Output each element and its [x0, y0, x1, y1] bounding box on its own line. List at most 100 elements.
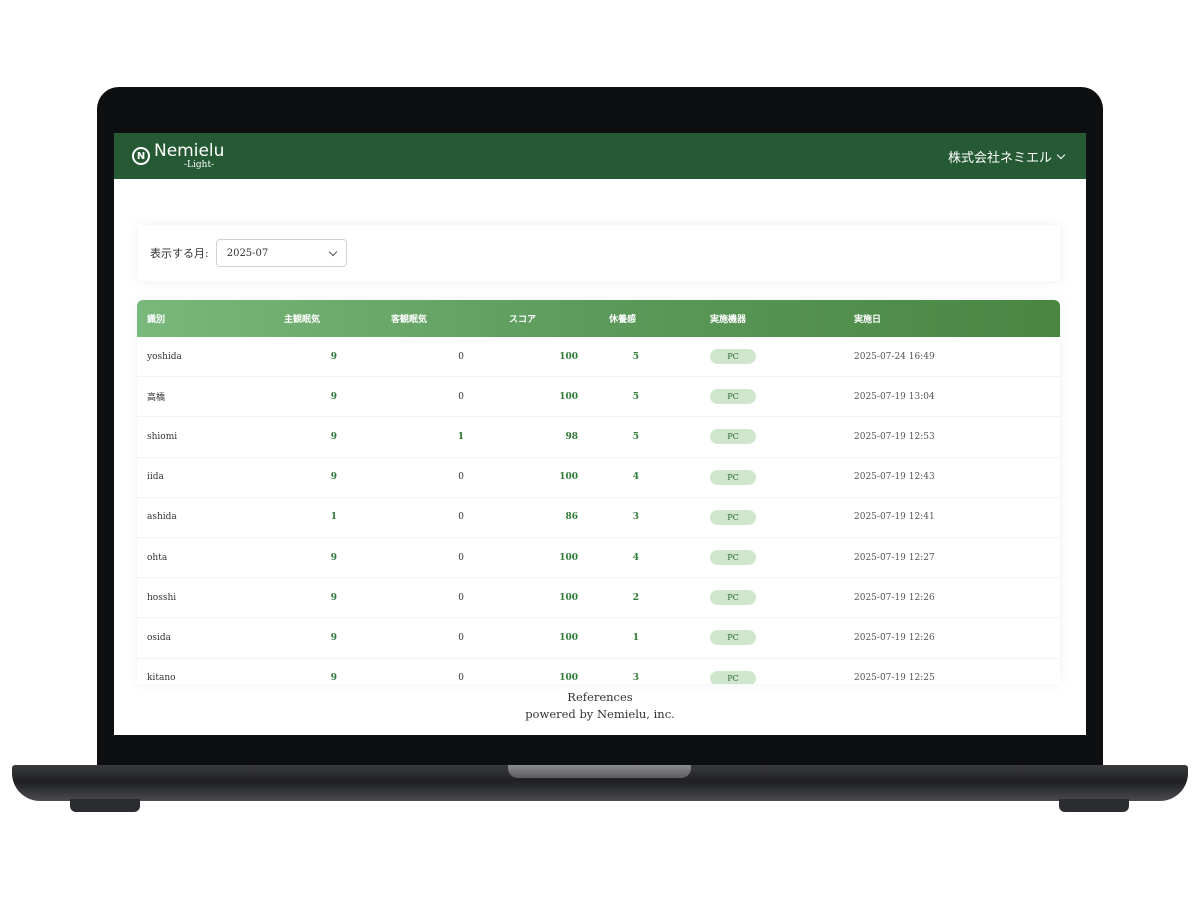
- brand-name: Nemielu: [154, 140, 225, 161]
- subjective-value-wrap: 9: [284, 376, 391, 418]
- objective-value-wrap: 0: [391, 537, 509, 579]
- date-cell: 2025-07-19 12:27: [854, 537, 1060, 579]
- score-value: 100: [559, 592, 578, 603]
- score-value: 100: [559, 632, 578, 643]
- table-row[interactable]: osida 9 0 100 1 PC 2025-07-19 12:26: [137, 617, 1060, 659]
- laptop-foot-right: [1059, 799, 1129, 812]
- date-cell: 2025-07-19 13:04: [854, 376, 1060, 418]
- table-row[interactable]: hosshi 9 0 100 2 PC 2025-07-19 12:26: [137, 577, 1060, 619]
- rest-value-wrap: 2: [609, 577, 710, 619]
- device-badge: PC: [710, 429, 756, 445]
- table-row[interactable]: ashida 1 0 86 3 PC 2025-07-19 12:41: [137, 497, 1060, 538]
- company-name: 株式会社ネミエル: [947, 150, 1052, 166]
- brand-sub: -Light-: [184, 159, 215, 170]
- subjective-value: 9: [330, 472, 337, 483]
- rest-value: 5: [632, 351, 639, 362]
- subjective-value-wrap: 1: [284, 497, 391, 538]
- results-table-card: 識別 主観眠気 客観眠気 スコア 休養感 実施機器 実施日 yoshida 9 0 1…: [137, 300, 1060, 684]
- column-header-subjective[interactable]: 主観眠気: [284, 300, 391, 337]
- rest-value: 3: [632, 673, 639, 684]
- rest-value-wrap: 4: [609, 537, 710, 579]
- subjective-value-wrap: 9: [284, 617, 391, 659]
- score-value-wrap: 100: [509, 457, 609, 498]
- device-cell: PC: [710, 577, 854, 619]
- device-cell: PC: [710, 416, 854, 458]
- brand-logo-icon: N: [132, 147, 150, 165]
- date-cell: 2025-07-19 12:43: [854, 457, 1060, 498]
- objective-value-wrap: 0: [391, 376, 509, 418]
- name-cell: yoshida: [137, 337, 284, 378]
- company-menu[interactable]: 株式会社ネミエル: [947, 147, 1066, 166]
- app-header: N Nemielu -Light- 株式会社ネミエル: [114, 133, 1086, 179]
- device-badge: PC: [710, 389, 756, 405]
- name-cell: osida: [137, 617, 284, 659]
- table-row[interactable]: ohta 9 0 100 4 PC 2025-07-19 12:27: [137, 537, 1060, 579]
- device-badge: PC: [710, 550, 756, 566]
- month-select[interactable]: 2025-07: [215, 239, 347, 267]
- rest-value: 2: [632, 592, 639, 603]
- column-header-date[interactable]: 実施日: [854, 300, 1060, 337]
- objective-value-wrap: 0: [391, 617, 509, 659]
- brand-logo[interactable]: N Nemielu -Light-: [132, 140, 225, 170]
- results-table: 識別 主観眠気 客観眠気 スコア 休養感 実施機器 実施日 yoshida 9 0 1…: [137, 300, 1060, 684]
- date-cell: 2025-07-19 12:26: [854, 577, 1060, 619]
- objective-value: 0: [458, 391, 464, 402]
- column-header-rest[interactable]: 休養感: [609, 300, 710, 337]
- device-cell: PC: [710, 337, 854, 378]
- subjective-value-wrap: 9: [284, 457, 391, 498]
- score-value: 86: [565, 512, 578, 523]
- score-value-wrap: 100: [509, 658, 609, 684]
- objective-value-wrap: 1: [391, 416, 509, 458]
- objective-value: 0: [458, 552, 464, 563]
- subjective-value: 9: [330, 632, 337, 643]
- date-cell: 2025-07-19 12:53: [854, 416, 1060, 458]
- name-cell: iida: [137, 457, 284, 498]
- device-cell: PC: [710, 617, 854, 659]
- score-value-wrap: 100: [509, 537, 609, 579]
- subjective-value-wrap: 9: [284, 537, 391, 579]
- powered-by-text: powered by Nemielu, inc.: [525, 707, 675, 721]
- objective-value-wrap: 0: [391, 658, 509, 684]
- device-badge: PC: [710, 509, 756, 525]
- table-row[interactable]: shiomi 9 1 98 5 PC 2025-07-19 12:53: [137, 416, 1060, 458]
- rest-value-wrap: 5: [609, 376, 710, 418]
- column-header-device[interactable]: 実施機器: [710, 300, 854, 337]
- objective-value: 0: [458, 512, 464, 523]
- rest-value: 5: [632, 391, 639, 402]
- score-value: 98: [565, 431, 578, 442]
- rest-value-wrap: 3: [609, 658, 710, 684]
- score-value-wrap: 86: [509, 497, 609, 538]
- app-screen: N Nemielu -Light- 株式会社ネミエル 表示する月: 2025-0…: [114, 133, 1086, 735]
- table-row[interactable]: iida 9 0 100 4 PC 2025-07-19 12:43: [137, 457, 1060, 498]
- objective-value: 0: [458, 632, 464, 643]
- subjective-value-wrap: 9: [284, 416, 391, 458]
- subjective-value-wrap: 9: [284, 577, 391, 619]
- date-cell: 2025-07-19 12:41: [854, 497, 1060, 538]
- objective-value-wrap: 0: [391, 497, 509, 538]
- rest-value: 4: [632, 552, 639, 563]
- table-header-row: 識別 主観眠気 客観眠気 スコア 休養感 実施機器 実施日: [137, 300, 1060, 337]
- device-cell: PC: [710, 376, 854, 418]
- references-link[interactable]: References: [114, 689, 1086, 706]
- subjective-value-wrap: 9: [284, 658, 391, 684]
- device-badge: PC: [710, 349, 756, 365]
- table-row[interactable]: 高橋 9 0 100 5 PC 2025-07-19 13:04: [137, 376, 1060, 418]
- table-row[interactable]: kitano 9 0 100 3 PC 2025-07-19 12:25: [137, 658, 1060, 684]
- rest-value-wrap: 5: [609, 416, 710, 458]
- device-cell: PC: [710, 537, 854, 579]
- rest-value: 1: [632, 632, 639, 643]
- rest-value-wrap: 1: [609, 617, 710, 659]
- column-header-name[interactable]: 識別: [137, 300, 284, 337]
- device-badge: PC: [710, 630, 756, 646]
- column-header-objective[interactable]: 客観眠気: [391, 300, 509, 337]
- device-badge: PC: [710, 469, 756, 485]
- score-value: 100: [559, 472, 578, 483]
- table-row[interactable]: yoshida 9 0 100 5 PC 2025-07-24 16:49: [137, 337, 1060, 378]
- score-value-wrap: 100: [509, 617, 609, 659]
- column-header-score[interactable]: スコア: [509, 300, 609, 337]
- name-cell: 高橋: [137, 376, 284, 418]
- rest-value-wrap: 4: [609, 457, 710, 498]
- device-cell: PC: [710, 658, 854, 684]
- rest-value: 4: [632, 472, 639, 483]
- objective-value: 0: [458, 351, 464, 362]
